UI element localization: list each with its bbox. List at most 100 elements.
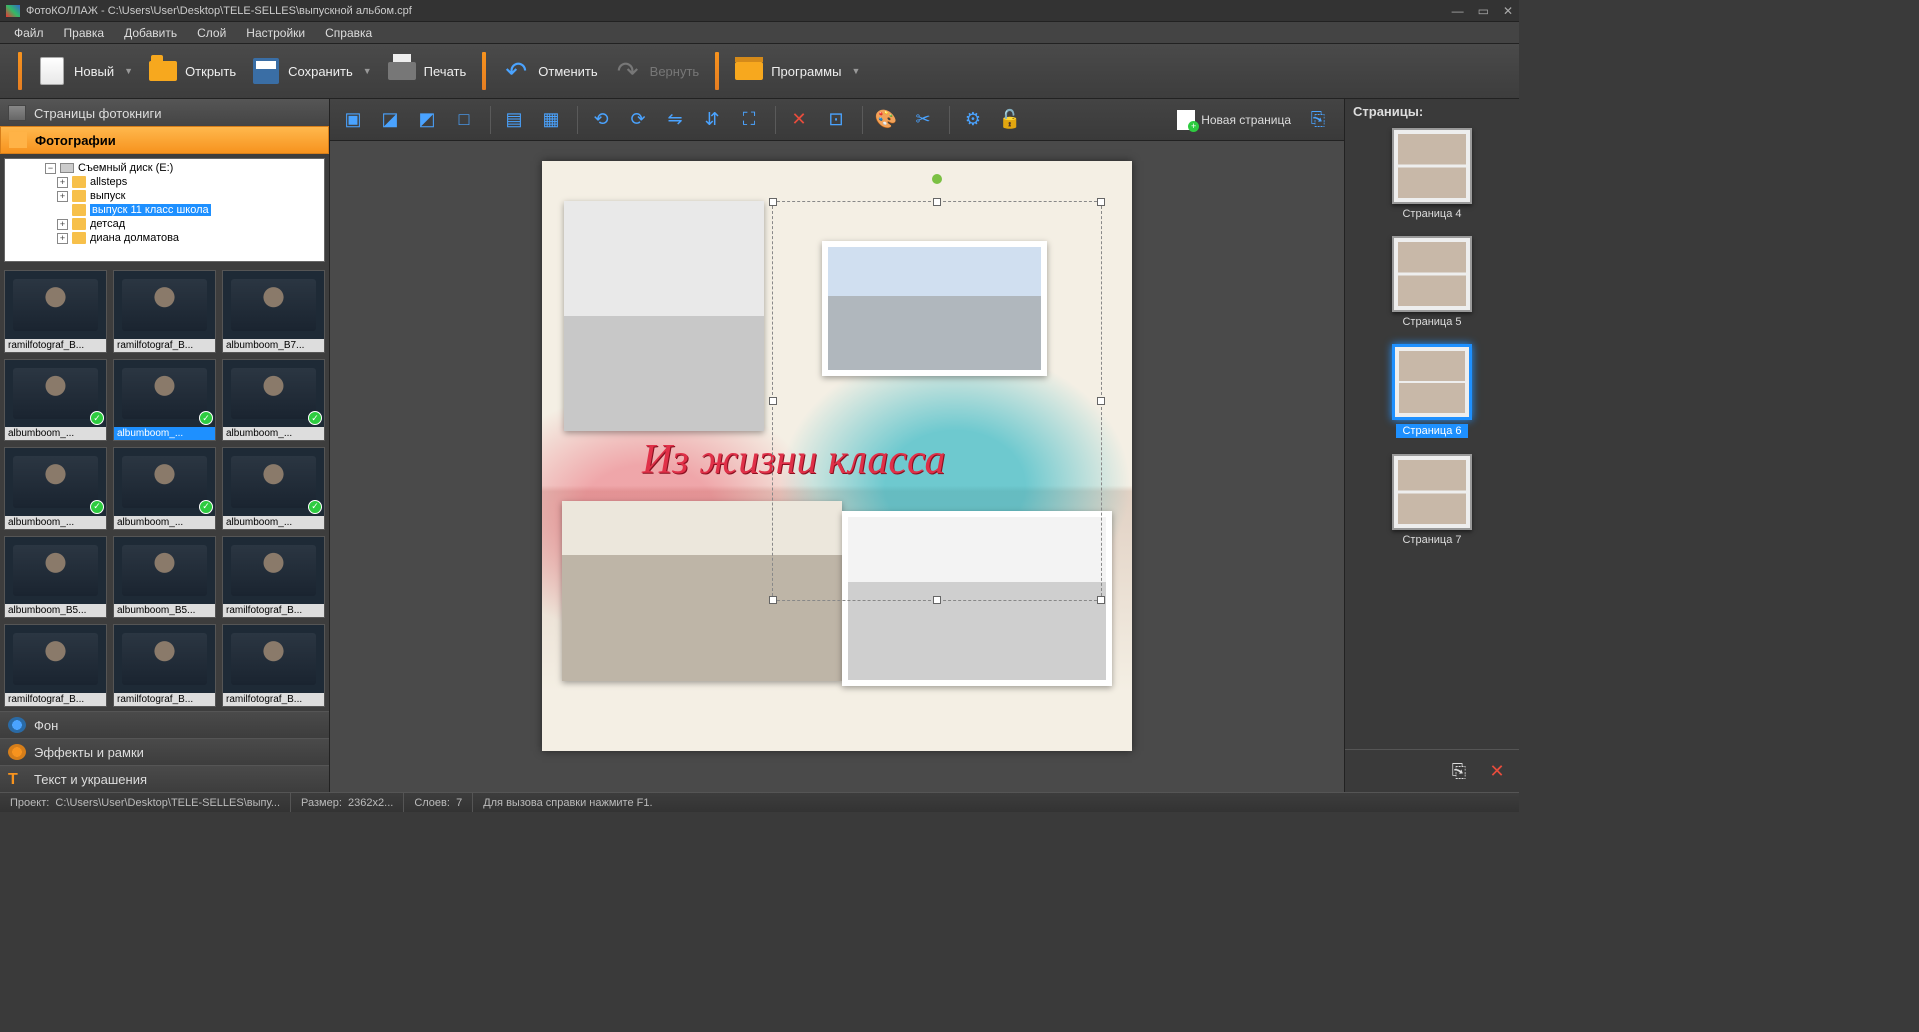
thumbnail-grid[interactable]: ramilfotograf_B...ramilfotograf_B...albu… — [0, 266, 329, 711]
globe-icon — [8, 717, 26, 733]
menu-layer[interactable]: Слой — [187, 23, 236, 43]
photo-thumbnail[interactable]: ✓albumboom_... — [4, 447, 107, 530]
photo-thumbnail[interactable]: ✓albumboom_... — [113, 447, 216, 530]
collapse-icon[interactable]: − — [45, 163, 56, 174]
flip-v-icon[interactable]: ⇵ — [695, 103, 729, 137]
rotate-handle[interactable] — [932, 174, 942, 184]
pages-icon — [8, 105, 26, 121]
bring-front-icon[interactable]: ▣ — [336, 103, 370, 137]
chevron-down-icon[interactable]: ▼ — [851, 66, 860, 76]
tab-background[interactable]: Фон — [0, 711, 329, 738]
resize-handle[interactable] — [1097, 198, 1105, 206]
tree-folder[interactable]: выпуск 11 класс школа — [7, 203, 322, 217]
expand-icon[interactable]: + — [57, 177, 68, 188]
thumbnail-caption: albumboom_... — [223, 427, 324, 440]
expand-icon[interactable]: + — [57, 191, 68, 202]
tree-folder[interactable]: +выпуск — [7, 189, 322, 203]
photo-thumbnail[interactable]: albumboom_B7... — [222, 270, 325, 353]
align-left-icon[interactable]: ▤ — [497, 103, 531, 137]
drive-icon — [60, 163, 74, 173]
chevron-down-icon[interactable]: ▼ — [363, 66, 372, 76]
pages-list[interactable]: Страница 4 Страница 5 Страница 6 Страница 7 — [1345, 124, 1519, 749]
page-thumbnail[interactable]: Страница 6 — [1353, 344, 1511, 438]
canvas-viewport[interactable]: Из жизни класса — [330, 141, 1344, 792]
tree-drive[interactable]: − Съемный диск (E:) — [7, 161, 322, 175]
menu-add[interactable]: Добавить — [114, 23, 187, 43]
new-button[interactable]: Новый ▼ — [30, 51, 141, 91]
programs-button[interactable]: Программы ▼ — [727, 51, 868, 91]
minimize-icon[interactable]: — — [1452, 4, 1464, 18]
send-backward-icon[interactable]: ◩ — [410, 103, 444, 137]
photo-thumbnail[interactable]: ramilfotograf_B... — [4, 270, 107, 353]
fit-icon[interactable]: ⛶ — [732, 103, 766, 137]
print-button[interactable]: Печать — [380, 51, 475, 91]
menu-settings[interactable]: Настройки — [236, 23, 315, 43]
delete-page-icon[interactable]: ✕ — [1481, 756, 1513, 786]
save-button[interactable]: Сохранить ▼ — [244, 51, 380, 91]
page-thumbnail[interactable]: Страница 4 — [1353, 128, 1511, 220]
menu-edit[interactable]: Правка — [54, 23, 115, 43]
flip-h-icon[interactable]: ⇋ — [658, 103, 692, 137]
photo-thumbnail[interactable]: ramilfotograf_B... — [113, 270, 216, 353]
tree-folder[interactable]: +детсад — [7, 217, 322, 231]
new-page-button[interactable]: Новая страница — [1167, 103, 1301, 137]
collage-photo[interactable] — [564, 201, 764, 431]
page-thumbnail[interactable]: Страница 5 — [1353, 236, 1511, 328]
send-back-icon[interactable]: □ — [447, 103, 481, 137]
selection-box[interactable] — [772, 201, 1102, 601]
delete-icon[interactable]: ✕ — [782, 103, 816, 137]
expand-icon[interactable]: + — [57, 233, 68, 244]
resize-handle[interactable] — [769, 198, 777, 206]
photo-thumbnail[interactable]: albumboom_B5... — [4, 536, 107, 619]
tab-photobook-pages[interactable]: Страницы фотокниги — [0, 99, 329, 126]
photo-thumbnail[interactable]: ✓albumboom_... — [4, 359, 107, 442]
lock-icon[interactable]: 🔓 — [993, 103, 1027, 137]
tree-folder[interactable]: +диана долматова — [7, 231, 322, 245]
new-file-icon — [38, 57, 66, 85]
resize-handle[interactable] — [933, 198, 941, 206]
folder-icon — [72, 204, 86, 216]
close-icon[interactable]: ✕ — [1503, 4, 1513, 18]
effects-icon — [8, 744, 26, 760]
photo-thumbnail[interactable]: ramilfotograf_B... — [4, 624, 107, 707]
crop-icon[interactable]: ⊡ — [819, 103, 853, 137]
photo-thumbnail[interactable]: ✓albumboom_... — [222, 359, 325, 442]
rotate-right-icon[interactable]: ⟳ — [621, 103, 655, 137]
color-icon[interactable]: 🎨 — [869, 103, 903, 137]
folder-tree[interactable]: − Съемный диск (E:) +allsteps+выпусквыпу… — [4, 158, 325, 262]
undo-button[interactable]: ↶ Отменить — [494, 51, 605, 91]
expand-icon[interactable]: + — [57, 219, 68, 230]
bring-forward-icon[interactable]: ◪ — [373, 103, 407, 137]
resize-handle[interactable] — [933, 596, 941, 604]
photo-thumbnail[interactable]: ramilfotograf_B... — [113, 624, 216, 707]
page-thumbnail[interactable]: Страница 7 — [1353, 454, 1511, 546]
menu-help[interactable]: Справка — [315, 23, 382, 43]
title-bar: ФотоКОЛЛАЖ - C:\Users\User\Desktop\TELE-… — [0, 0, 1519, 22]
resize-handle[interactable] — [769, 397, 777, 405]
photo-thumbnail[interactable]: albumboom_B5... — [113, 536, 216, 619]
photo-thumbnail[interactable]: ✓albumboom_... — [222, 447, 325, 530]
maximize-icon[interactable]: ▭ — [1478, 4, 1489, 18]
collage-canvas[interactable]: Из жизни класса — [542, 161, 1132, 751]
cut-icon[interactable]: ✂ — [906, 103, 940, 137]
open-button[interactable]: Открыть — [141, 51, 244, 91]
resize-handle[interactable] — [1097, 397, 1105, 405]
duplicate-page-icon[interactable]: ⎘ — [1301, 103, 1335, 137]
tab-effects-frames[interactable]: Эффекты и рамки — [0, 738, 329, 765]
thumbnail-caption: albumboom_B5... — [114, 604, 215, 617]
align-center-icon[interactable]: ▦ — [534, 103, 568, 137]
tab-text-decor[interactable]: T Текст и украшения — [0, 765, 329, 792]
gear-icon[interactable]: ⚙ — [956, 103, 990, 137]
chevron-down-icon[interactable]: ▼ — [124, 66, 133, 76]
menu-file[interactable]: Файл — [4, 23, 54, 43]
redo-button[interactable]: ↷ Вернуть — [606, 51, 708, 91]
photo-thumbnail[interactable]: ✓albumboom_... — [113, 359, 216, 442]
tab-photographs[interactable]: Фотографии — [0, 126, 329, 154]
photo-thumbnail[interactable]: ramilfotograf_B... — [222, 624, 325, 707]
resize-handle[interactable] — [769, 596, 777, 604]
tree-folder[interactable]: +allsteps — [7, 175, 322, 189]
copy-page-icon[interactable]: ⎘ — [1443, 756, 1475, 786]
photo-thumbnail[interactable]: ramilfotograf_B... — [222, 536, 325, 619]
rotate-left-icon[interactable]: ⟲ — [584, 103, 618, 137]
resize-handle[interactable] — [1097, 596, 1105, 604]
